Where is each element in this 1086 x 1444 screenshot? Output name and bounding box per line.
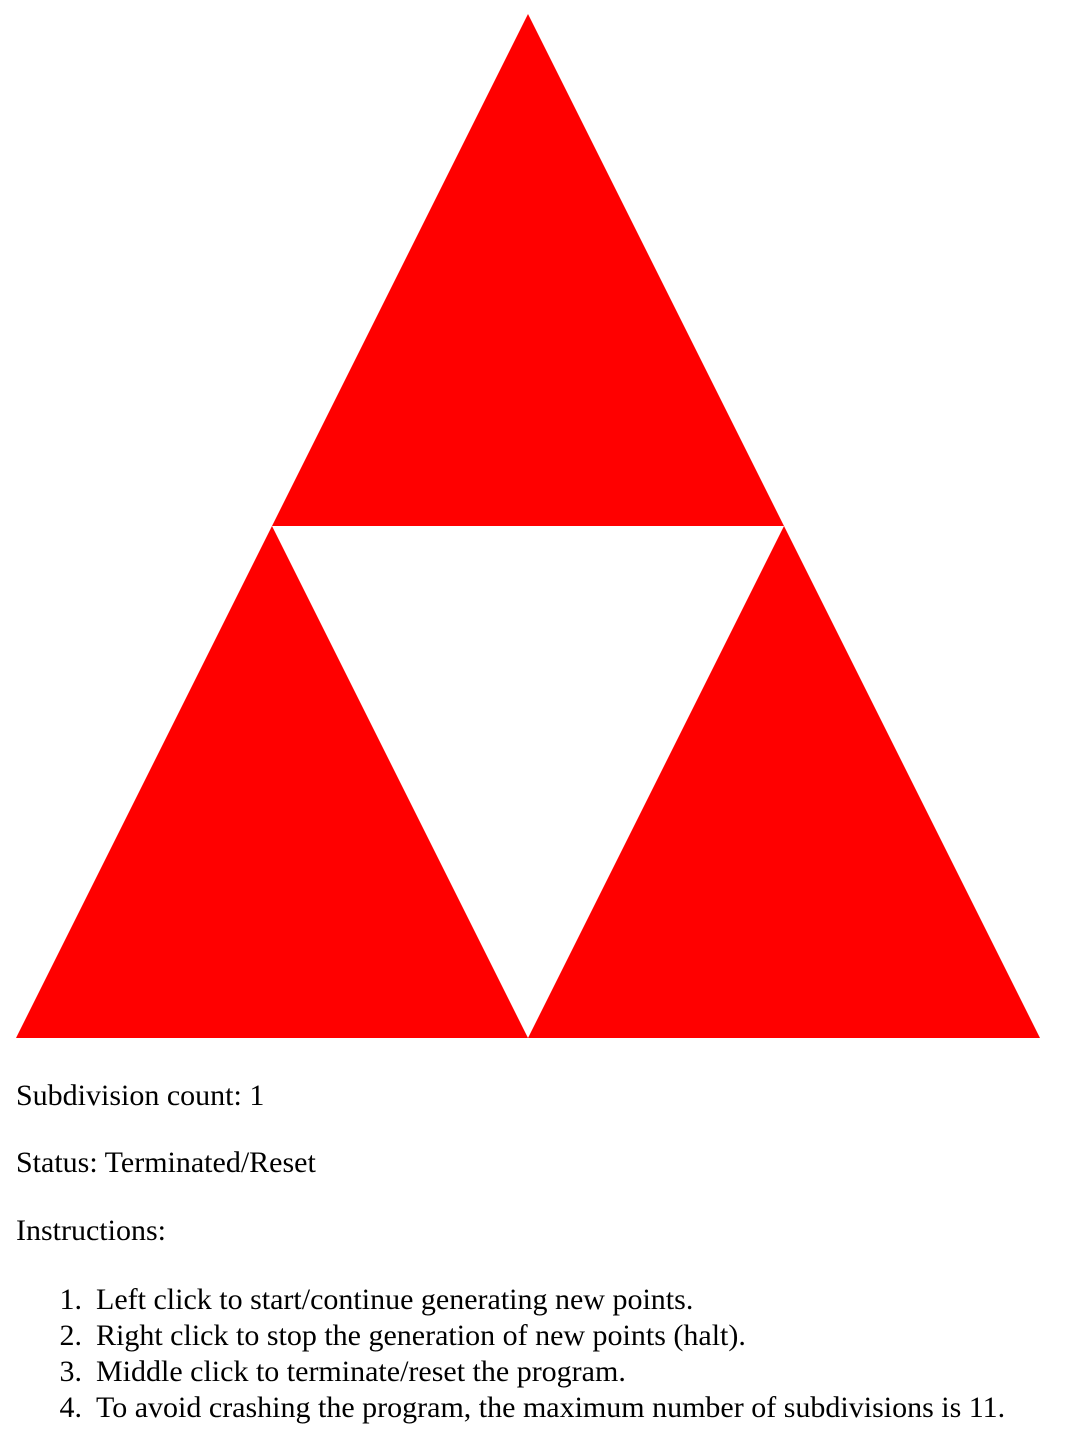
instruction-number: 3. [59,1355,83,1388]
instruction-text: Right click to stop the generation of ne… [96,1319,746,1352]
instruction-item: 2. Right click to stop the generation of… [16,1318,1005,1354]
gasket-canvas[interactable] [16,14,1040,1038]
instruction-text: To avoid crashing the program, the maxim… [96,1391,1006,1424]
instructions-heading: Instructions: [16,1214,166,1247]
instruction-item: 4. To avoid crashing the program, the ma… [16,1390,1006,1426]
subdivision-count: Subdivision count: 1 [16,1079,264,1113]
instruction-number: 4. [59,1391,83,1424]
status-label: Status: [16,1146,98,1179]
instruction-number: 1. [59,1283,83,1316]
sierpinski-gasket[interactable] [16,14,1040,1038]
status-value: Terminated/Reset [104,1146,316,1179]
subdivision-count-value: 1 [249,1079,265,1112]
instruction-text: Middle click to terminate/reset the prog… [96,1355,626,1388]
subdivision-count-label: Subdivision count: [16,1079,242,1112]
instructions-list: 1. Left click to start/continue generati… [16,1282,1006,1426]
instruction-number: 2. [59,1319,83,1352]
instruction-text: Left click to start/continue generating … [96,1283,694,1316]
status-text: Status: Terminated/Reset [16,1146,316,1180]
instruction-item: 1. Left click to start/continue generati… [16,1282,1005,1318]
instruction-item: 3. Middle click to terminate/reset the p… [16,1354,1005,1390]
